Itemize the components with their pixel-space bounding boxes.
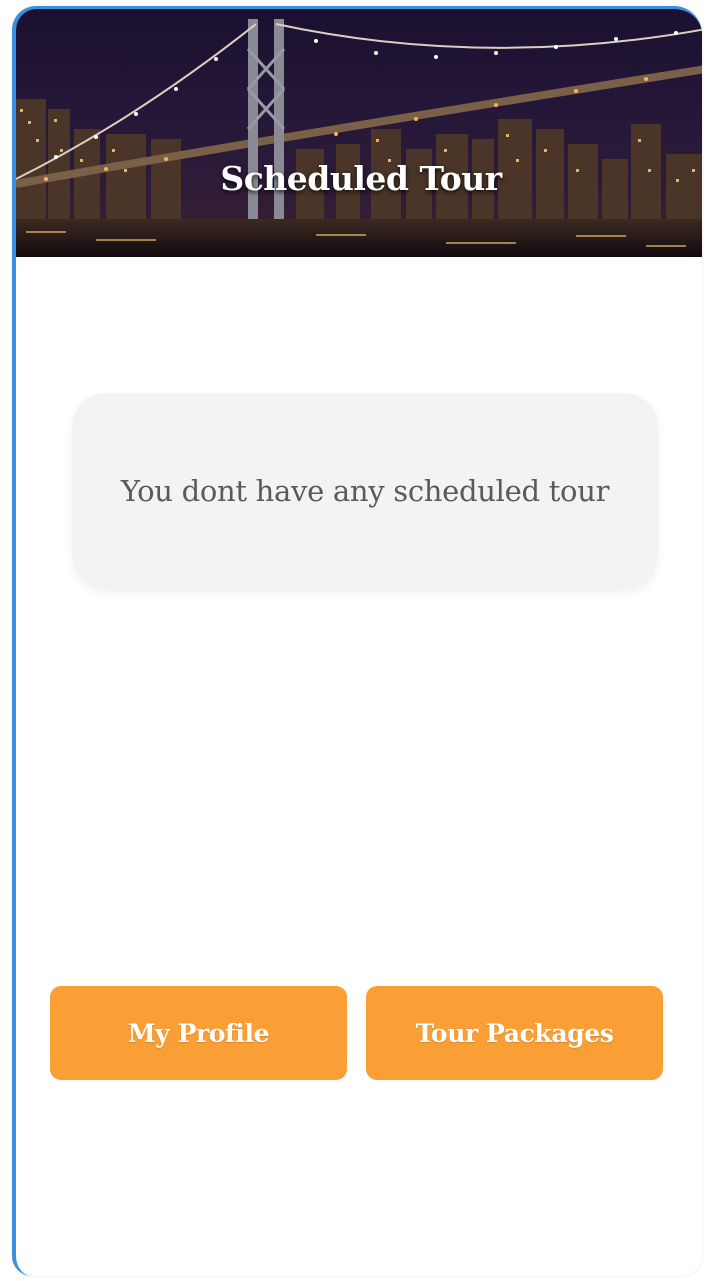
header-banner: Scheduled Tour [16, 9, 702, 257]
tour-packages-button[interactable]: Tour Packages [366, 986, 663, 1080]
empty-state-message: You dont have any scheduled tour [120, 474, 610, 508]
empty-state-card: You dont have any scheduled tour [72, 393, 658, 589]
page-title: Scheduled Tour [220, 159, 502, 198]
my-profile-button[interactable]: My Profile [50, 986, 347, 1080]
app-frame: Scheduled Tour You dont have any schedul… [12, 6, 702, 1276]
city-bridge-night-image [16, 9, 702, 257]
